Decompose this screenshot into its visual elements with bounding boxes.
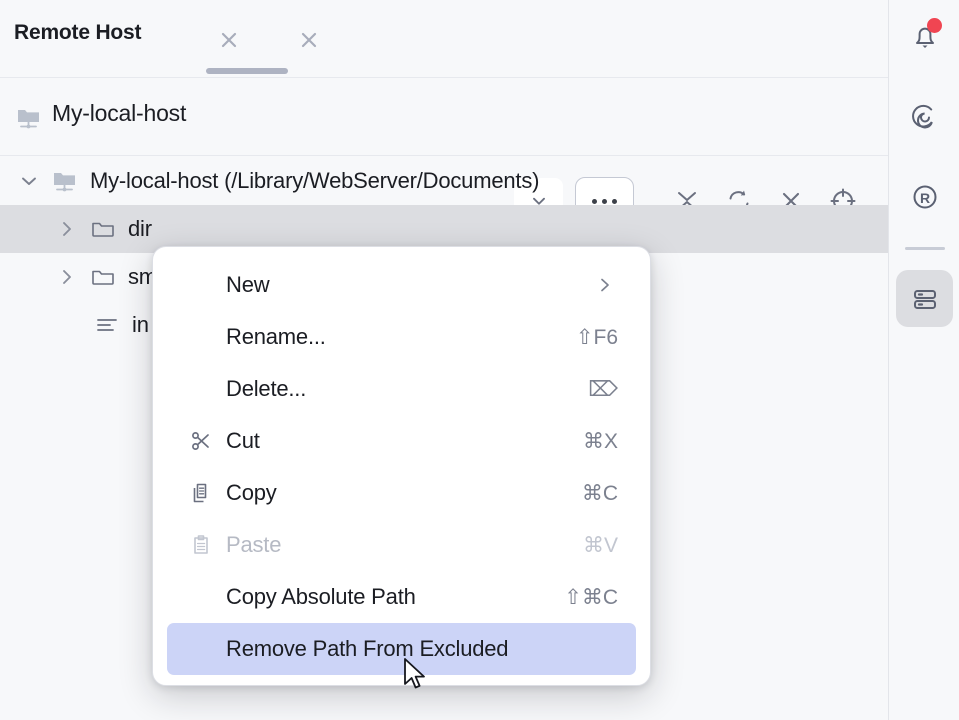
folder-icon (90, 216, 116, 242)
menu-item-label: Copy Absolute Path (226, 584, 416, 610)
tree-row[interactable]: My-local-host (/Library/WebServer/Docume… (0, 157, 888, 205)
menu-item-label: Copy (226, 480, 277, 506)
menu-item-label: Delete... (226, 376, 306, 402)
remote-host-tool-button[interactable] (896, 270, 953, 327)
tree-row-label: My-local-host (/Library/WebServer/Docume… (90, 168, 539, 194)
svg-text:R: R (919, 190, 929, 206)
notifications-button[interactable] (896, 8, 953, 65)
chevron-right-icon (596, 276, 614, 294)
server-stack-icon (908, 282, 942, 316)
host-name-label: My-local-host (52, 100, 186, 127)
spiral-icon (908, 100, 942, 134)
menu-item-copy[interactable]: Copy ⌘C (153, 467, 650, 519)
notification-badge (927, 18, 942, 33)
menu-item-delete[interactable]: Delete... ⌦ (153, 363, 650, 415)
resharper-button[interactable]: R (896, 168, 953, 225)
remote-host-icon (16, 105, 42, 136)
menu-item-label: Cut (226, 428, 260, 454)
menu-item-label: Remove Path From Excluded (226, 636, 508, 662)
menu-item-shortcut: ⇧⌘C (564, 585, 618, 610)
active-tab-indicator (206, 68, 288, 74)
context-menu: New Rename... ⇧F6 Delete... ⌦ (152, 246, 651, 686)
menu-item-label: Paste (226, 532, 281, 558)
menu-item-shortcut: ⌘X (583, 429, 618, 454)
menu-item-rename[interactable]: Rename... ⇧F6 (153, 311, 650, 363)
close-icon[interactable] (295, 26, 323, 54)
tree-row-label: in (132, 312, 149, 338)
screen: Remote Host (0, 0, 959, 720)
menu-item-copy-absolute-path[interactable]: Copy Absolute Path ⇧⌘C (153, 571, 650, 623)
close-icon[interactable] (215, 26, 243, 54)
folder-icon (90, 264, 116, 290)
chevron-right-icon[interactable] (56, 218, 78, 240)
menu-item-shortcut: ⌘V (583, 533, 618, 558)
menu-item-label: New (226, 272, 269, 298)
menu-item-cut[interactable]: Cut ⌘X (153, 415, 650, 467)
menu-item-shortcut: ⌘C (582, 481, 618, 506)
menu-item-shortcut: ⇧F6 (576, 325, 618, 350)
menu-item-new[interactable]: New (153, 259, 650, 311)
tree-row-label: dir (128, 216, 152, 242)
toolbar-divider (905, 247, 945, 250)
menu-item-shortcut: ⌦ (588, 377, 618, 402)
tab-remote-host[interactable]: Remote Host (14, 21, 141, 45)
host-header: My-local-host (0, 78, 888, 156)
scissors-icon (189, 429, 213, 453)
mouse-pointer (402, 657, 428, 693)
paste-icon (189, 533, 213, 557)
copy-icon (189, 481, 213, 505)
remote-host-icon (52, 168, 78, 194)
circled-r-icon: R (908, 180, 942, 214)
file-text-icon (94, 312, 120, 338)
right-tool-window-bar: R (888, 0, 959, 720)
tab-bar: Remote Host (0, 0, 888, 78)
menu-item-label: Rename... (226, 324, 326, 350)
chevron-down-icon[interactable] (18, 170, 40, 192)
ai-assistant-button[interactable] (896, 88, 953, 145)
menu-item-paste: Paste ⌘V (153, 519, 650, 571)
chevron-right-icon[interactable] (56, 266, 78, 288)
